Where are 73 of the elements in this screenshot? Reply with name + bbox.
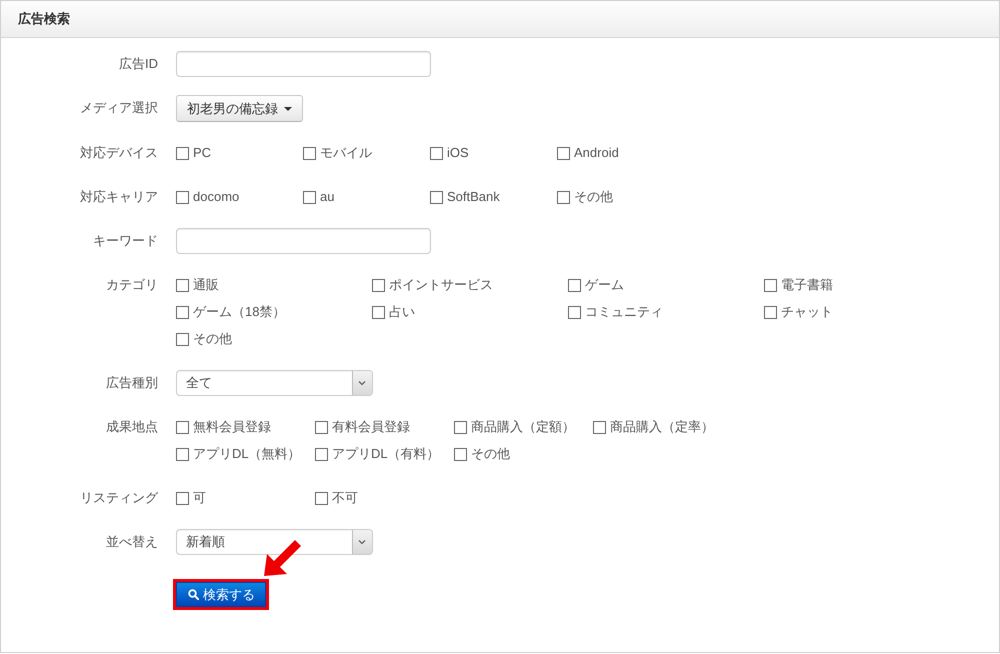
field-label: 対応デバイス bbox=[80, 145, 158, 161]
search-button[interactable]: 検索する bbox=[176, 582, 266, 607]
checkbox-label[interactable]: 占い bbox=[389, 304, 415, 320]
dropdown-button[interactable]: 初老男の備忘録 bbox=[176, 95, 303, 122]
field-label: メディア選択 bbox=[80, 100, 158, 116]
checkbox[interactable] bbox=[176, 190, 189, 204]
checkbox-label[interactable]: その他 bbox=[193, 331, 232, 347]
chevron-icon bbox=[352, 530, 372, 554]
checkbox-label[interactable]: ゲーム（18禁） bbox=[193, 304, 286, 320]
chevron-icon bbox=[352, 371, 372, 395]
checkbox-label[interactable]: その他 bbox=[471, 446, 510, 462]
checkbox-label[interactable]: au bbox=[320, 189, 334, 205]
checkbox-label[interactable]: 通販 bbox=[193, 277, 219, 293]
checkbox-label[interactable]: ゲーム bbox=[585, 277, 624, 293]
checkbox-label[interactable]: 商品購入（定率） bbox=[610, 419, 714, 435]
checkbox[interactable] bbox=[176, 306, 189, 318]
field-label: 対応キャリア bbox=[80, 189, 158, 205]
checkbox[interactable] bbox=[176, 278, 189, 292]
checkbox[interactable] bbox=[557, 146, 570, 160]
checkbox-label[interactable]: Android bbox=[574, 145, 619, 161]
checkbox-label[interactable]: アプリDL（有料） bbox=[332, 446, 440, 462]
checkbox-label[interactable]: docomo bbox=[193, 189, 240, 205]
checkbox[interactable] bbox=[454, 448, 467, 460]
field-label: 並べ替え bbox=[106, 534, 158, 550]
checkbox[interactable] bbox=[315, 420, 328, 434]
checkbox-label[interactable]: 有料会員登録 bbox=[332, 419, 410, 435]
field-label: 広告ID bbox=[119, 56, 158, 72]
checkbox[interactable] bbox=[430, 146, 443, 160]
checkbox-label[interactable]: ポイントサービス bbox=[389, 277, 493, 293]
checkbox-label[interactable]: SoftBank bbox=[447, 189, 500, 205]
checkbox-label[interactable]: その他 bbox=[574, 189, 613, 205]
checkbox[interactable] bbox=[568, 278, 581, 292]
select-field[interactable]: 全て bbox=[176, 370, 373, 396]
checkbox-label[interactable]: 無料会員登録 bbox=[193, 419, 271, 435]
checkbox[interactable] bbox=[303, 190, 316, 204]
checkbox[interactable] bbox=[303, 146, 316, 160]
checkbox[interactable] bbox=[176, 420, 189, 434]
caret-icon bbox=[284, 106, 292, 110]
checkbox[interactable] bbox=[593, 420, 606, 434]
checkbox-label[interactable]: アプリDL（無料） bbox=[193, 446, 301, 462]
checkbox[interactable] bbox=[176, 146, 189, 160]
checkbox-label[interactable]: 可 bbox=[193, 490, 206, 506]
checkbox-label[interactable]: 商品購入（定額） bbox=[471, 419, 575, 435]
field-label: キーワード bbox=[93, 233, 158, 249]
checkbox[interactable] bbox=[372, 278, 385, 292]
field-label: カテゴリ bbox=[106, 277, 158, 293]
panel-title: 広告検索 bbox=[18, 11, 70, 27]
checkbox-label[interactable]: PC bbox=[193, 145, 212, 161]
search-icon bbox=[188, 589, 199, 600]
checkbox[interactable] bbox=[176, 492, 189, 504]
checkbox[interactable] bbox=[454, 420, 467, 434]
text-field[interactable] bbox=[176, 228, 431, 254]
checkbox-label[interactable]: 不可 bbox=[332, 490, 358, 506]
checkbox-label[interactable]: 電子書籍 bbox=[781, 277, 833, 293]
select-field[interactable]: 新着順 bbox=[176, 529, 373, 555]
checkbox-label[interactable]: iOS bbox=[447, 145, 469, 161]
checkbox[interactable] bbox=[568, 306, 581, 318]
field-label: 広告種別 bbox=[106, 375, 158, 391]
checkbox[interactable] bbox=[176, 448, 189, 460]
checkbox[interactable] bbox=[176, 332, 189, 346]
checkbox[interactable] bbox=[430, 190, 443, 204]
text-field[interactable] bbox=[176, 51, 431, 77]
checkbox[interactable] bbox=[764, 306, 777, 318]
checkbox[interactable] bbox=[315, 492, 328, 504]
checkbox-label[interactable]: コミュニティ bbox=[585, 304, 663, 320]
checkbox[interactable] bbox=[315, 448, 328, 460]
checkbox[interactable] bbox=[764, 278, 777, 292]
field-label: 成果地点 bbox=[106, 419, 158, 435]
checkbox[interactable] bbox=[557, 190, 570, 204]
checkbox-label[interactable]: チャット bbox=[781, 304, 833, 320]
field-label: リスティング bbox=[80, 490, 158, 506]
checkbox-label[interactable]: モバイル bbox=[320, 145, 372, 161]
checkbox[interactable] bbox=[372, 306, 385, 318]
